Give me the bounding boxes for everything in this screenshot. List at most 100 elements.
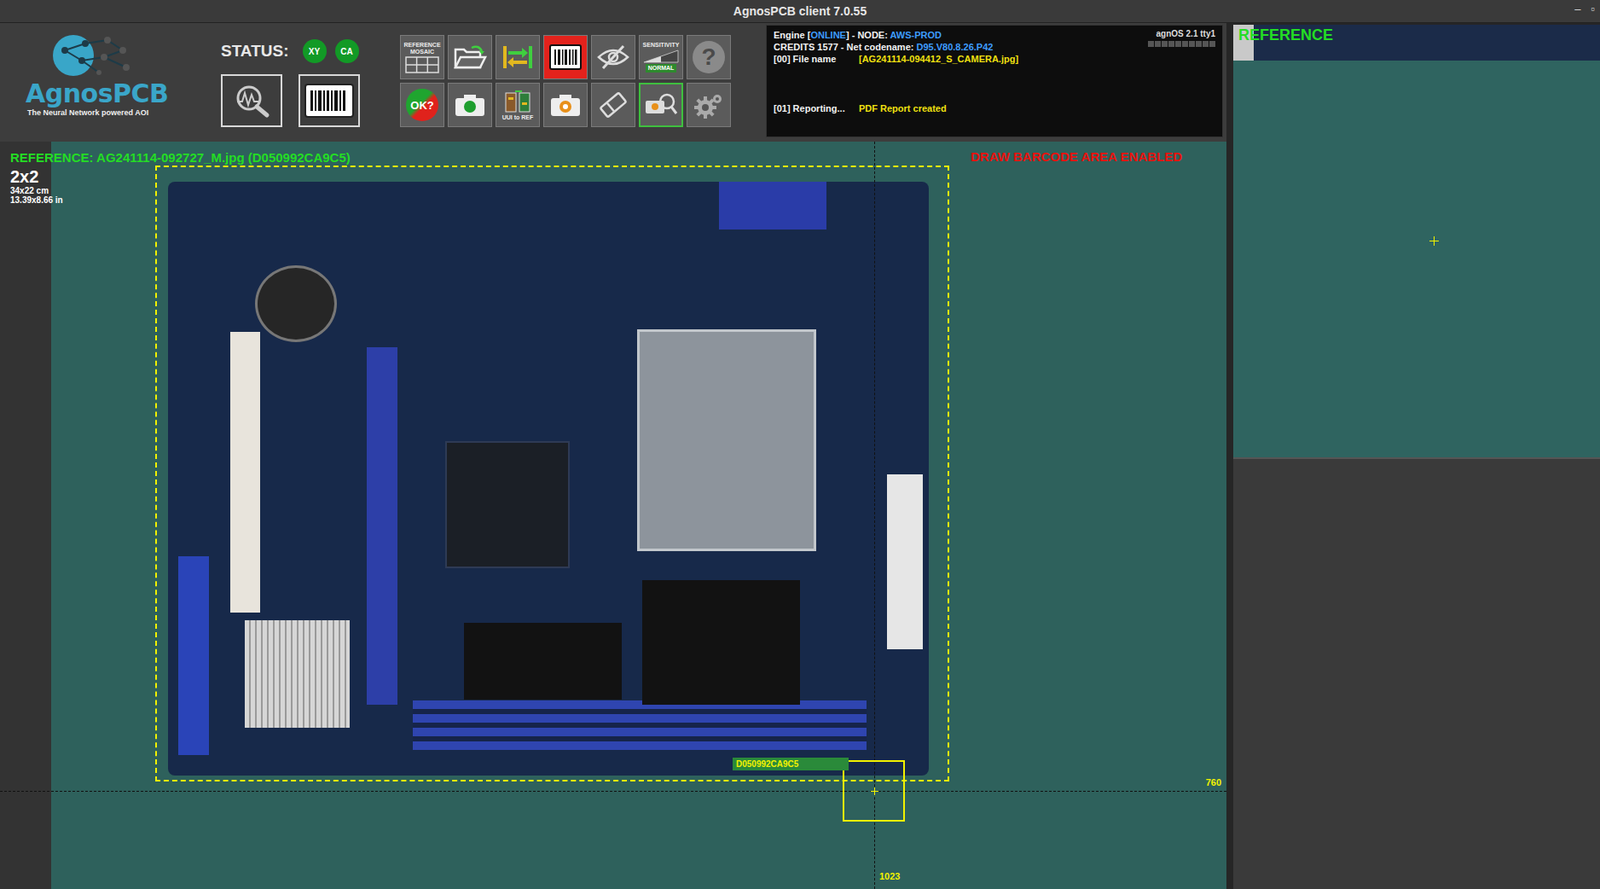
meter-segment (1182, 40, 1189, 47)
cursor-y: 760 (1205, 776, 1222, 788)
meter-segment (1154, 40, 1161, 47)
status-indicator: XY (302, 39, 327, 64)
quick-button[interactable] (220, 74, 283, 128)
app-window: AgnosPCB client 7.0.55 –▫ AgnosPCB The N… (0, 0, 1600, 889)
credits-segment: CREDITS 1577 - Net codename: (773, 41, 917, 53)
pcie-slot (366, 347, 398, 705)
credits-segment: D95.V80.8.26.P42 (916, 41, 994, 53)
toolbar-button[interactable] (638, 82, 684, 128)
cpu-socket (637, 329, 817, 551)
logo-name: AgnosPCB (25, 79, 169, 109)
toolbar-button[interactable]: SENSITIVITY NORMAL (638, 34, 684, 80)
meter-segment (1188, 40, 1195, 47)
toolbar-button[interactable] (495, 34, 540, 80)
board-area-outline (155, 165, 950, 782)
quick-buttons (220, 74, 375, 128)
network-logo-icon (47, 31, 142, 80)
status-indicator: CA (335, 39, 360, 64)
workspace: AgnosPCB The Neural Network powered AOI … (0, 23, 1600, 889)
battery (255, 265, 337, 343)
pci-slot (230, 331, 261, 613)
sensitivity-slider-icon (643, 49, 679, 64)
engine-line: Engine [ONLINE] - NODE: AWS-PROD (773, 28, 1019, 41)
canvas-margin (0, 141, 52, 889)
log-entry: [01] Reporting... PDF Report created (773, 102, 1019, 115)
log-value: PDF Report created (858, 102, 947, 115)
size-cm: 34x22 cm (10, 185, 64, 196)
camera-snapshot-icon (548, 90, 583, 120)
scan-magnifier-icon (231, 82, 272, 119)
swap-arrows-icon (500, 42, 535, 72)
mosaic-grid: 2x2 (10, 167, 64, 186)
engine-segment: ] - NODE: (846, 29, 891, 41)
barcode-reader-icon (304, 83, 354, 118)
button-label: UUI to REF (502, 114, 534, 122)
toolbar-button[interactable] (686, 82, 731, 128)
title-bar: AgnosPCB client 7.0.55 –▫ (0, 0, 1600, 24)
quick-button[interactable] (298, 74, 360, 128)
thermal-pad (463, 622, 622, 700)
help-icon: ? (692, 40, 725, 74)
folder-open-icon (452, 42, 487, 72)
toolbar-button[interactable]: REFERENCE MOSAIC (400, 34, 445, 80)
log-entry: [00] File name [AG241114-094412_S_CAMERA… (773, 52, 1019, 65)
log-value: [AG241114-094412_S_CAMERA.jpg] (858, 52, 1019, 65)
engine-segment: Engine [ (773, 29, 811, 41)
ok-check-icon: OK? (405, 88, 439, 122)
toolbar: REFERENCE MOSAIC SENSITIVITY NORMAL?OK? … (400, 34, 731, 128)
engine-segment: ONLINE (810, 29, 847, 41)
button-label: REFERENCE MOSAIC (401, 41, 443, 56)
toolbar-button[interactable] (543, 82, 588, 128)
window-controls: –▫ (1574, 2, 1595, 16)
eraser-icon (596, 90, 631, 120)
crosshair-horizontal (0, 790, 1227, 792)
toolbar-button[interactable] (591, 34, 636, 80)
system-label: agnOS 2.1 tty1 (1156, 28, 1216, 39)
crosshair-vertical (874, 141, 876, 889)
toolbar-button[interactable]: OK? (400, 82, 445, 128)
reference-title: REFERENCE (1238, 26, 1334, 45)
toolbar-button[interactable] (591, 82, 636, 128)
meter-segment (1161, 40, 1168, 47)
ram-slots (412, 700, 867, 750)
toolbar-button[interactable]: ? (686, 34, 731, 80)
header: AgnosPCB The Neural Network powered AOI … (0, 23, 1227, 142)
board-transfer-icon (503, 89, 533, 114)
log-label: [00] File name (773, 52, 859, 65)
cursor-cross-icon (874, 787, 876, 795)
system-info: agnOS 2.1 tty1 (1147, 28, 1216, 134)
reference-column: REFERENCE (1233, 23, 1600, 889)
status-block: STATUS: XYCA (220, 23, 375, 128)
ide-connector (178, 556, 209, 755)
chipset (445, 440, 570, 569)
reference-cross-icon (1433, 236, 1435, 246)
inspection-canvas[interactable]: D050992CA9C5 REFERENCE: AG241114-092727_… (0, 141, 1227, 889)
credits-line: CREDITS 1577 - Net codename: D95.V80.8.2… (773, 40, 1019, 53)
meter-segment (1209, 40, 1216, 47)
heatsink (244, 620, 350, 728)
reference-label: REFERENCE: AG241114-092727_M.jpg (D05099… (10, 150, 351, 165)
logo: AgnosPCB The Neural Network powered AOI (25, 23, 197, 117)
toolbar-button[interactable]: UUI to REF (495, 82, 540, 128)
meter-segment (1147, 40, 1154, 47)
toolbar-button[interactable] (447, 34, 493, 80)
reference-panel: REFERENCE (1233, 24, 1600, 458)
window-control[interactable]: ▫ (1590, 2, 1595, 16)
toolbar-button[interactable] (447, 82, 493, 128)
atx-connector (886, 474, 923, 650)
vga-port (718, 181, 827, 230)
reference-empty (1233, 457, 1600, 889)
eye-slash-icon (596, 42, 631, 72)
camera-icon (452, 90, 487, 120)
main-column: AgnosPCB The Neural Network powered AOI … (0, 23, 1227, 889)
thermal-pad (642, 579, 800, 705)
barcode-draw-cursor[interactable] (842, 759, 905, 822)
window-title: AgnosPCB client 7.0.55 (733, 4, 867, 18)
status-row: STATUS: XYCA (220, 38, 375, 64)
size-in: 13.39x8.66 in (10, 195, 64, 205)
log-label: [01] Reporting... (773, 102, 859, 115)
window-control[interactable]: – (1574, 2, 1581, 16)
system-meter (1147, 40, 1216, 47)
meter-segment (1175, 40, 1182, 47)
toolbar-button[interactable] (543, 34, 588, 80)
